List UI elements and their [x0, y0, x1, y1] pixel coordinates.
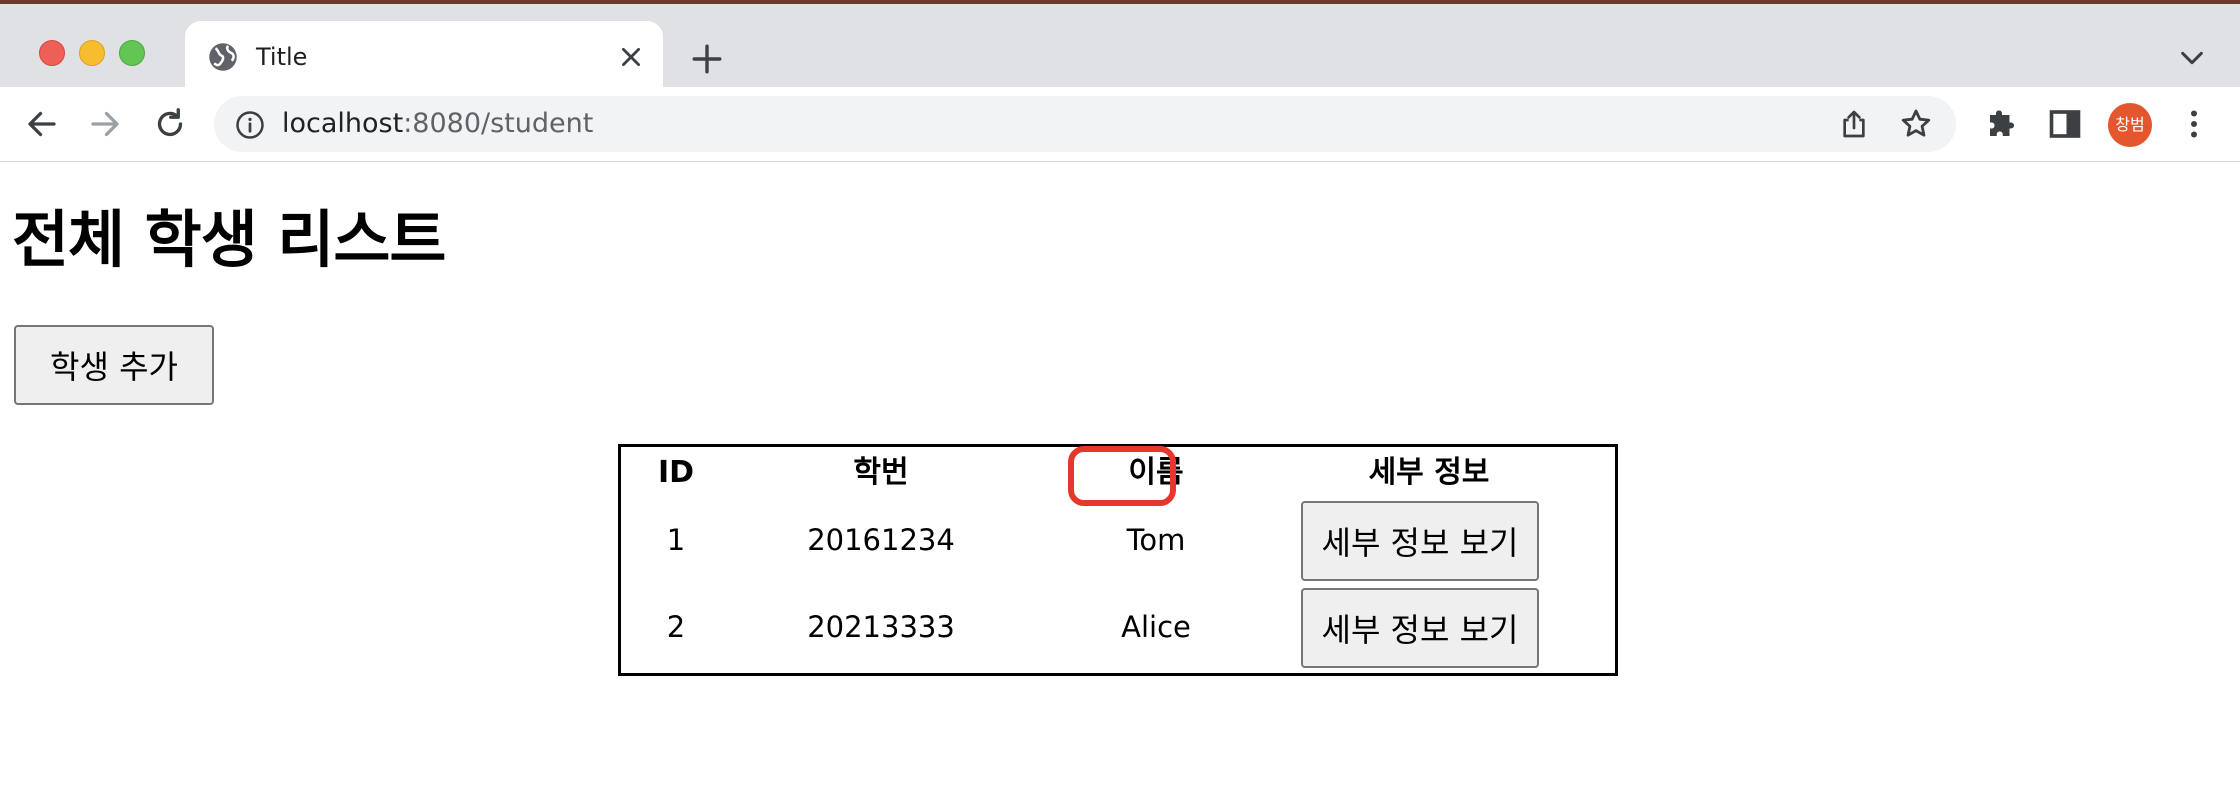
page-title: 전체 학생 리스트 — [12, 203, 446, 276]
browser-toolbar: localhost:8080/student 창범 — [0, 87, 2240, 162]
browser-window: Title localhost:8080/student 창범 전체 학생 리스… — [0, 0, 2240, 790]
table-cell-id: 2 — [666, 610, 686, 644]
maximize-window-button[interactable] — [119, 40, 145, 66]
url-text[interactable]: localhost:8080/student — [282, 108, 593, 140]
view-details-button[interactable]: 세부 정보 보기 — [1301, 501, 1539, 581]
minimize-window-button[interactable] — [79, 40, 105, 66]
table-cell-name: Alice — [1121, 610, 1191, 644]
chevron-down-icon[interactable] — [2178, 48, 2206, 68]
close-window-button[interactable] — [39, 40, 65, 66]
back-arrow-icon[interactable] — [24, 106, 60, 142]
view-details-button[interactable]: 세부 정보 보기 — [1301, 588, 1539, 668]
extensions-puzzle-icon[interactable] — [1984, 106, 2020, 142]
table-cell-student-number: 20213333 — [807, 610, 955, 644]
annotation-highlight-box — [1068, 446, 1176, 506]
new-tab-plus-icon[interactable] — [690, 42, 724, 76]
info-icon[interactable] — [235, 110, 265, 140]
forward-arrow-icon[interactable] — [87, 106, 123, 142]
profile-avatar[interactable]: 창범 — [2108, 103, 2152, 147]
reload-icon[interactable] — [152, 106, 188, 142]
tab-active[interactable]: Title — [185, 21, 663, 91]
url-host: localhost — [282, 108, 404, 139]
url-path: :8080/student — [403, 108, 594, 139]
header-details: 세부 정보 — [1368, 455, 1490, 490]
table-cell-name: Tom — [1126, 523, 1186, 557]
table-cell-id: 1 — [666, 523, 686, 557]
bookmark-star-icon[interactable] — [1899, 107, 1933, 141]
header-id: ID — [657, 455, 695, 490]
share-icon[interactable] — [1838, 108, 1870, 140]
add-student-button[interactable]: 학생 추가 — [14, 325, 214, 405]
close-icon[interactable] — [618, 44, 644, 70]
table-cell-student-number: 20161234 — [807, 523, 955, 557]
side-panel-icon[interactable] — [2047, 106, 2083, 142]
header-student-number: 학번 — [853, 455, 909, 490]
globe-icon — [209, 43, 237, 71]
more-options-icon[interactable] — [2176, 106, 2212, 142]
tab-title: Title — [256, 43, 308, 71]
address-bar[interactable]: localhost:8080/student — [214, 96, 1956, 152]
tab-bar: Title — [0, 4, 2240, 91]
